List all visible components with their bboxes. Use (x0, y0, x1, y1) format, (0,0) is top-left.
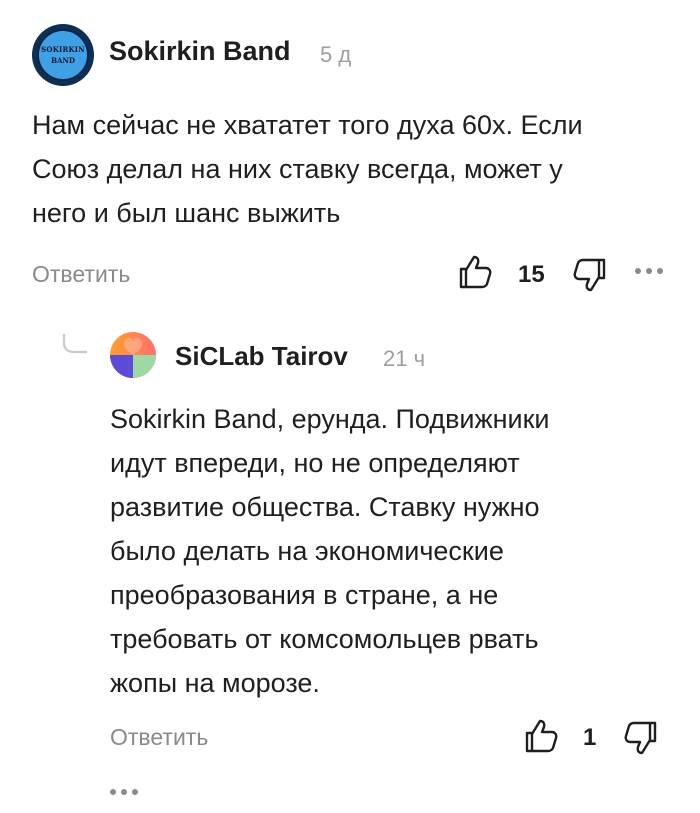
comment-text: Нам сейчас не хвататет того духа 60х. Ес… (32, 103, 682, 235)
comment-text-line: Sokirkin Band, ерунда. Подвижники (110, 404, 550, 434)
comment-author[interactable]: Sokirkin Band (109, 36, 291, 67)
reply-thread-icon (62, 333, 88, 354)
avatar-siclab-tairov[interactable] (110, 332, 156, 378)
thumbs-down-icon[interactable] (573, 257, 607, 293)
comment-text-line: развитие общества. Ставку нужно (110, 492, 540, 522)
reply-button[interactable]: Ответить (32, 261, 130, 288)
comment-text: Sokirkin Band, ерунда. Подвижники идут в… (110, 397, 690, 705)
reply-button[interactable]: Ответить (110, 724, 208, 751)
like-count: 1 (583, 724, 597, 751)
comment-text-line: него и был шанс выжить (32, 198, 341, 228)
thumbs-up-icon[interactable] (458, 254, 492, 290)
comment-text-line: требовать от комсомольцев рвать (110, 624, 539, 654)
more-dots-icon[interactable] (110, 789, 138, 795)
comment-text-line: преобразования в стране, а не (110, 580, 499, 610)
thumbs-up-icon[interactable] (524, 718, 558, 754)
comment-time: 5 д (320, 42, 352, 67)
comment-text-line: идут впереди, но не определяют (110, 448, 520, 478)
avatar-sokirkin-band[interactable]: SOKIRKIN BAND (32, 24, 94, 86)
comment-text-line: Союз делал на них ставку всегда, может у (32, 154, 563, 184)
comment-text-line: жопы на морозе. (110, 668, 320, 698)
comment-text-line: Нам сейчас не хвататет того духа 60х. Ес… (32, 110, 583, 140)
more-dots-icon[interactable] (635, 268, 663, 274)
avatar-logo: SOKIRKIN BAND (37, 29, 89, 81)
like-count: 15 (518, 261, 545, 288)
comment-author[interactable]: SiCLab Tairov (175, 341, 348, 372)
thumbs-down-icon[interactable] (624, 720, 658, 756)
comment-time: 21 ч (383, 346, 426, 371)
comment-text-line: было делать на экономические (110, 536, 504, 566)
